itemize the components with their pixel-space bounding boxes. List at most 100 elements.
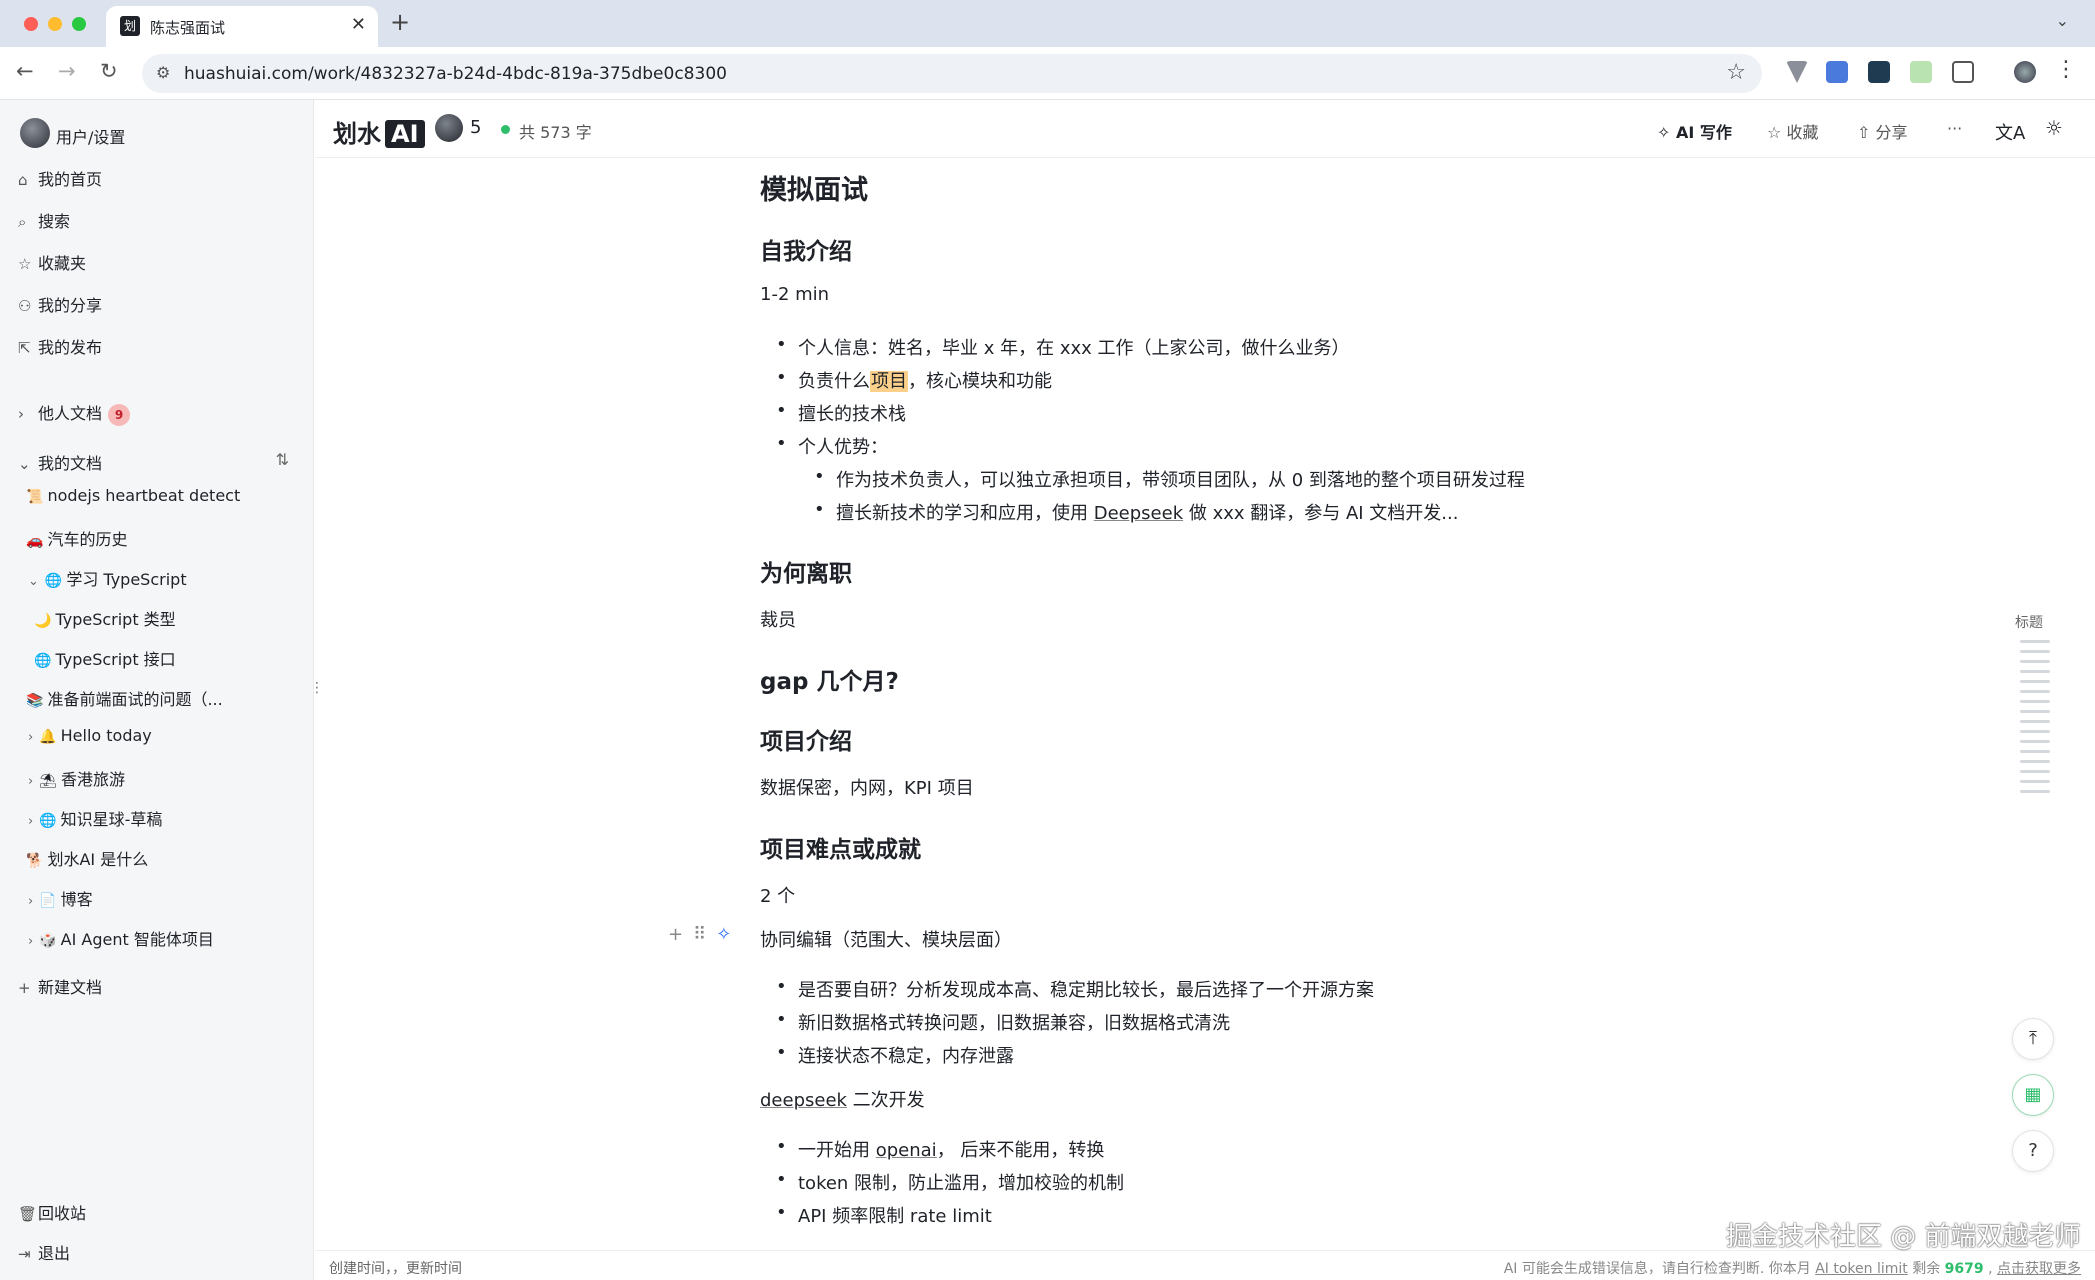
list-item[interactable]: 一开始用 openai， 后来不能用，转换 xyxy=(776,1136,1104,1162)
list-item[interactable]: 是否要自研？分析发现成本高、稳定期比较长，最后选择了一个开源方案 xyxy=(776,976,1374,1002)
paragraph[interactable]: 1-2 min xyxy=(760,284,829,305)
collaborator-avatar[interactable] xyxy=(435,114,463,142)
paragraph[interactable]: 2 个 xyxy=(760,882,795,908)
list-item[interactable]: 擅长的技术栈 xyxy=(776,400,906,426)
list-item[interactable]: 负责什么项目，核心模块和功能 xyxy=(776,367,1052,393)
outline-label[interactable]: 标题 xyxy=(2015,612,2043,632)
browser-menu-icon[interactable]: ⋮ xyxy=(2055,57,2077,82)
address-bar[interactable]: ⚙ huashuiai.com/work/4832327a-b24d-4bdc-… xyxy=(142,54,1762,93)
ai-write-button[interactable]: ✧ AI 写作 xyxy=(1657,119,1732,143)
avatar[interactable] xyxy=(20,118,50,148)
paragraph[interactable]: 协同编辑（范围大、模块层面） xyxy=(760,926,1012,952)
outline-entry[interactable] xyxy=(2020,710,2050,713)
doc-item[interactable]: › 🎲 AI Agent 智能体项目 xyxy=(28,926,214,950)
bookmark-star-icon[interactable]: ☆ xyxy=(1726,60,1746,85)
sidebar-resize-handle[interactable]: ⋮ xyxy=(310,680,324,696)
help-icon[interactable]: ? xyxy=(2012,1130,2054,1172)
add-block-icon[interactable]: + xyxy=(668,924,693,945)
list-item[interactable]: API 频率限制 rate limit xyxy=(776,1202,992,1228)
share-button[interactable]: ⇧ 分享 xyxy=(1857,119,1908,143)
heading-why-leave[interactable]: 为何离职 xyxy=(760,554,852,588)
heading-project-difficulty[interactable]: 项目难点或成就 xyxy=(760,830,921,864)
doc-item[interactable]: › 🔔 Hello today xyxy=(28,726,152,745)
extension-green-icon[interactable] xyxy=(1910,61,1932,83)
chevron-down-icon[interactable]: ⌄ xyxy=(2056,11,2069,30)
sidebar-item-home[interactable]: ⌂ 我的首页 xyxy=(18,166,102,190)
doc-item[interactable]: 📚 准备前端面试的问题（... xyxy=(26,686,223,710)
token-limit-link[interactable]: AI token limit xyxy=(1815,1261,1908,1277)
sidebar-item-trash[interactable]: 🗑回收站 xyxy=(18,1200,86,1224)
outline-entry[interactable] xyxy=(2020,740,2050,743)
minimize-window-button[interactable] xyxy=(48,17,62,31)
app-logo[interactable]: 划水 AI xyxy=(333,114,425,149)
outline-entry[interactable] xyxy=(2020,650,2050,653)
heading-gap[interactable]: gap 几个月? xyxy=(760,662,899,696)
outline-entry[interactable] xyxy=(2020,640,2050,643)
list-item[interactable]: 个人优势： xyxy=(776,433,888,459)
outline-entry[interactable] xyxy=(2020,760,2050,763)
nested-list-item[interactable]: 擅长新技术的学习和应用，使用 Deepseek 做 xxx 翻译，参与 AI 文… xyxy=(814,499,1459,525)
get-more-link[interactable]: 点击获取更多 xyxy=(1997,1261,2081,1277)
browser-tab[interactable]: 划 陈志强面试 ✕ xyxy=(106,6,378,47)
sidebar-item-favorites[interactable]: ☆ 收藏夹 xyxy=(18,250,86,274)
back-arrow-icon[interactable]: ← xyxy=(16,59,34,83)
list-item[interactable]: 连接状态不稳定，内存泄露 xyxy=(776,1042,1014,1068)
outline-entry[interactable] xyxy=(2020,720,2050,723)
more-button[interactable]: ··· xyxy=(1947,119,1962,138)
doc-item[interactable]: 🚗 汽车的历史 xyxy=(26,526,127,550)
forward-arrow-icon[interactable]: → xyxy=(58,59,76,83)
doc-item[interactable]: 📜 nodejs heartbeat detect xyxy=(26,486,240,505)
nested-list-item[interactable]: 作为技术负责人，可以独立承担项目，带领项目团队，从 0 到落地的整个项目研发过程 xyxy=(814,466,1525,492)
sidebar-group-others-docs[interactable]: › 他人文档 9 xyxy=(18,400,131,426)
outline-entry[interactable] xyxy=(2020,670,2050,673)
doc-item[interactable]: › 🌐 知识星球-草稿 xyxy=(28,806,162,830)
list-item[interactable]: 新旧数据格式转换问题，旧数据兼容，旧数据格式清洗 xyxy=(776,1009,1230,1035)
new-doc-button[interactable]: + 新建文档 xyxy=(18,974,102,998)
new-tab-icon[interactable]: + xyxy=(390,8,410,36)
drag-handle-icon[interactable]: ⠿ xyxy=(693,924,716,945)
doc-item[interactable]: › 📄 博客 xyxy=(28,886,93,910)
reload-icon[interactable]: ↻ xyxy=(100,59,118,83)
outline-entry[interactable] xyxy=(2020,790,2050,793)
outline-entry[interactable] xyxy=(2020,730,2050,733)
ai-sparkle-icon[interactable]: ✧ xyxy=(716,924,741,945)
sort-icon[interactable]: ⇅ xyxy=(276,450,289,469)
paragraph[interactable]: 裁员 xyxy=(760,606,796,632)
sidebar-item-search[interactable]: ⌕ 搜索 xyxy=(18,208,70,232)
zoom-window-button[interactable] xyxy=(72,17,86,31)
outline-entry[interactable] xyxy=(2020,770,2050,773)
sidebar-item-my-publish[interactable]: ⇱ 我的发布 xyxy=(18,334,102,358)
extensions-puzzle-icon[interactable] xyxy=(1952,61,1974,83)
qr-code-icon[interactable]: ▦ xyxy=(2012,1074,2054,1116)
extension-translate-icon[interactable] xyxy=(1826,61,1848,83)
theme-sun-icon[interactable]: ☼ xyxy=(2045,116,2063,140)
list-item[interactable]: 个人信息：姓名，毕业 x 年，在 xxx 工作（上家公司，做什么业务） xyxy=(776,334,1349,360)
outline-entry[interactable] xyxy=(2020,660,2050,663)
profile-avatar[interactable] xyxy=(2014,61,2036,83)
doc-item[interactable]: ⌄ 🌐 学习 TypeScript xyxy=(28,566,187,590)
doc-item[interactable]: › ⛱ 香港旅游 xyxy=(28,766,125,790)
outline-entry[interactable] xyxy=(2020,690,2050,693)
extension-vue-icon[interactable] xyxy=(1786,61,1808,83)
doc-item[interactable]: 🌙 TypeScript 类型 xyxy=(34,606,176,630)
sidebar-item-logout[interactable]: ⇥ 退出 xyxy=(18,1240,70,1264)
doc-title[interactable]: 模拟面试 xyxy=(760,168,868,207)
close-window-button[interactable] xyxy=(24,17,38,31)
outline-entry[interactable] xyxy=(2020,700,2050,703)
outline-entry[interactable] xyxy=(2020,680,2050,683)
user-settings-link[interactable]: 用户/设置 xyxy=(56,124,125,148)
outline-entry[interactable] xyxy=(2020,750,2050,753)
doc-item[interactable]: 🌐 TypeScript 接口 xyxy=(34,646,176,670)
scroll-to-top-icon[interactable]: ⤒ xyxy=(2012,1018,2054,1060)
sidebar-item-my-shares[interactable]: ⚇ 我的分享 xyxy=(18,292,102,316)
sidebar-group-my-docs[interactable]: ⌄ 我的文档 xyxy=(18,450,102,474)
list-item[interactable]: token 限制，防止滥用，增加校验的机制 xyxy=(776,1169,1124,1195)
site-settings-icon[interactable]: ⚙ xyxy=(156,63,170,82)
favorite-button[interactable]: ☆ 收藏 xyxy=(1767,119,1818,143)
doc-item[interactable]: 🐕 划水AI 是什么 xyxy=(26,846,148,870)
paragraph[interactable]: 数据保密，内网，KPI 项目 xyxy=(760,774,974,800)
heading-self-intro[interactable]: 自我介绍 xyxy=(760,232,852,266)
paragraph[interactable]: deepseek 二次开发 xyxy=(760,1086,925,1112)
extension-react-icon[interactable] xyxy=(1868,61,1890,83)
translate-icon[interactable]: 文A xyxy=(1995,119,2025,145)
